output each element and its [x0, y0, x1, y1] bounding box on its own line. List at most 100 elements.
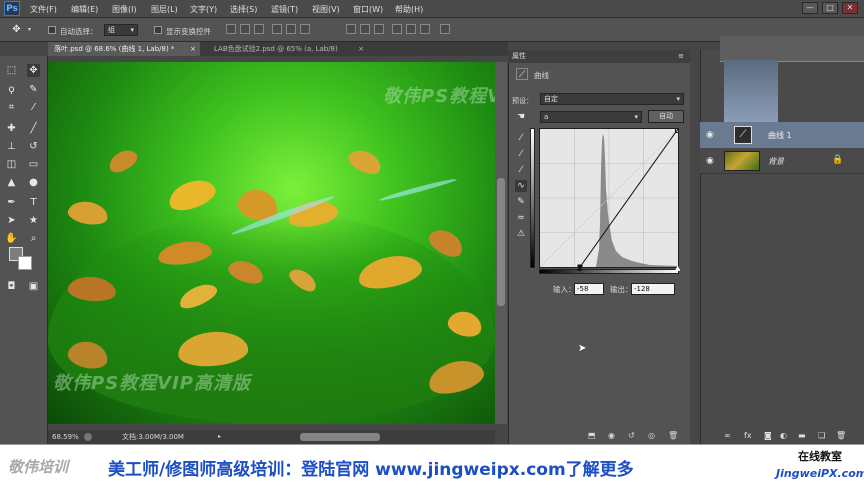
background-color-swatch[interactable]: [18, 256, 32, 270]
screen-mode-icon[interactable]: ▣: [27, 280, 40, 293]
delete-adjustment-icon[interactable]: 🗑: [668, 431, 678, 440]
white-point-eyedropper-icon[interactable]: ⁄: [515, 164, 527, 176]
canvas-vertical-scroll-thumb[interactable]: [497, 178, 505, 306]
pen-tool-icon[interactable]: ✒: [5, 196, 18, 209]
zoom-tool-icon[interactable]: ⌕: [27, 232, 40, 245]
new-layer-icon[interactable]: ❏: [818, 431, 825, 440]
layer-name[interactable]: 背景: [768, 156, 784, 167]
blur-tool-icon[interactable]: ▲: [5, 176, 18, 189]
menu-edit[interactable]: 编辑(E): [71, 4, 98, 15]
quick-mask-icon[interactable]: ◘: [5, 280, 18, 293]
link-layers-icon[interactable]: ∞: [724, 431, 731, 440]
path-select-tool-icon[interactable]: ➤: [5, 214, 18, 227]
view-previous-state-icon[interactable]: ◉: [608, 431, 615, 440]
show-transform-checkbox[interactable]: [154, 26, 162, 34]
menu-type[interactable]: 文字(Y): [190, 4, 217, 15]
align-left-icon[interactable]: [272, 24, 282, 34]
move-tool-icon[interactable]: ✥: [27, 64, 40, 77]
menu-view[interactable]: 视图(V): [312, 4, 340, 15]
canvas-horizontal-scroll-thumb[interactable]: [300, 433, 380, 441]
history-brush-tool-icon[interactable]: ↺: [27, 140, 40, 153]
auto-select-checkbox[interactable]: [48, 26, 56, 34]
new-adjustment-layer-icon[interactable]: ◐: [780, 431, 787, 440]
black-slider-triangle-icon[interactable]: ▲: [577, 264, 582, 272]
crop-tool-icon[interactable]: ⌗: [5, 101, 18, 114]
visibility-eye-icon[interactable]: ◎: [648, 431, 655, 440]
white-slider-triangle-icon[interactable]: ▲: [675, 264, 680, 272]
eraser-tool-icon[interactable]: ◫: [5, 158, 18, 171]
layer-style-fx-icon[interactable]: fx: [744, 431, 752, 440]
tab-lab-doc[interactable]: LAB色盘试验2.psd @ 65% (a, Lab/8) ×: [208, 42, 368, 56]
document-canvas[interactable]: 敬伟PS教程VIP高清版 敬伟PS教程VIP高清版: [48, 62, 495, 424]
menu-window[interactable]: 窗口(W): [353, 4, 383, 15]
delete-layer-icon[interactable]: 🗑: [836, 431, 846, 440]
layer-row-curves[interactable]: ◉ ⟋ 曲线 1: [700, 122, 864, 148]
eyedropper-tool-icon[interactable]: ⁄: [27, 101, 40, 114]
maximize-button[interactable]: □: [822, 2, 838, 14]
distribute-hcenter-icon[interactable]: [406, 24, 416, 34]
gradient-tool-icon[interactable]: ▭: [27, 158, 40, 171]
align-hcenter-icon[interactable]: [286, 24, 296, 34]
quick-select-tool-icon[interactable]: ✎: [27, 83, 40, 96]
minimize-button[interactable]: —: [802, 2, 818, 14]
marquee-tool-icon[interactable]: ⬚: [5, 64, 18, 77]
status-info-icon[interactable]: [84, 433, 92, 441]
black-point-eyedropper-icon[interactable]: ⁄: [515, 132, 527, 144]
close-icon[interactable]: ×: [358, 42, 364, 56]
visibility-eye-icon[interactable]: ◉: [706, 156, 714, 166]
curves-graph[interactable]: [539, 128, 679, 268]
menu-layer[interactable]: 图层(L): [151, 4, 178, 15]
auto-button[interactable]: 自动: [648, 110, 684, 123]
edit-points-curve-icon[interactable]: ∿: [515, 180, 527, 192]
add-mask-icon[interactable]: ◙: [764, 431, 772, 440]
align-right-icon[interactable]: [300, 24, 310, 34]
clipping-warning-icon[interactable]: ⚠: [515, 228, 527, 240]
menu-help[interactable]: 帮助(H): [395, 4, 423, 15]
shape-tool-icon[interactable]: ★: [27, 214, 40, 227]
menu-file[interactable]: 文件(F): [30, 4, 57, 15]
output-value-field[interactable]: -128: [631, 283, 675, 295]
layer-row-background[interactable]: ◉ 背景 🔒: [700, 148, 864, 174]
channel-dropdown[interactable]: a ▾: [540, 111, 642, 123]
preset-dropdown[interactable]: 自定 ▾: [540, 93, 684, 105]
input-value-field[interactable]: -58: [574, 283, 604, 295]
new-group-icon[interactable]: ▬: [798, 431, 806, 440]
dodge-tool-icon[interactable]: ●: [27, 176, 40, 189]
stamp-tool-icon[interactable]: ⊥: [5, 140, 18, 153]
menu-select[interactable]: 选择(S): [230, 4, 257, 15]
hand-tool-icon[interactable]: ✋: [5, 232, 18, 245]
align-top-icon[interactable]: [226, 24, 236, 34]
align-bottom-icon[interactable]: [254, 24, 264, 34]
tab-leaves-doc[interactable]: 落叶.psd @ 68.6% (曲线 1, Lab/8) * ×: [48, 42, 200, 56]
move-tool-icon[interactable]: ✥: [10, 23, 23, 36]
close-icon[interactable]: ×: [190, 42, 196, 56]
distribute-right-icon[interactable]: [420, 24, 430, 34]
target-adjust-hand-icon[interactable]: ☚: [515, 111, 527, 123]
distribute-left-icon[interactable]: [392, 24, 402, 34]
distribute-top-icon[interactable]: [346, 24, 356, 34]
zoom-level[interactable]: 68.59%: [52, 430, 79, 444]
reset-icon[interactable]: ↺: [628, 431, 635, 440]
align-vcenter-icon[interactable]: [240, 24, 250, 34]
curves-graph-svg: [540, 129, 678, 267]
visibility-eye-icon[interactable]: ◉: [706, 130, 714, 140]
close-window-button[interactable]: ✕: [842, 2, 858, 14]
healing-tool-icon[interactable]: ✚: [5, 122, 18, 135]
tool-preset-chevron-icon[interactable]: ▾: [28, 26, 31, 33]
type-tool-icon[interactable]: T: [27, 196, 40, 209]
auto-align-icon[interactable]: [440, 24, 450, 34]
distribute-bottom-icon[interactable]: [374, 24, 384, 34]
clip-to-layer-icon[interactable]: ⬒: [588, 431, 596, 440]
status-menu-arrow-icon[interactable]: ▸: [218, 430, 221, 444]
panel-menu-icon[interactable]: ≡: [678, 50, 684, 63]
lasso-tool-icon[interactable]: ϙ: [5, 83, 18, 96]
menu-filter[interactable]: 滤镜(T): [271, 4, 298, 15]
draw-curve-pencil-icon[interactable]: ✎: [515, 196, 527, 208]
auto-select-dropdown[interactable]: 组 ▾: [104, 24, 138, 36]
brush-tool-icon[interactable]: ╱: [27, 122, 40, 135]
gray-point-eyedropper-icon[interactable]: ⁄: [515, 148, 527, 160]
smooth-curve-icon[interactable]: ≈: [515, 212, 527, 224]
distribute-vcenter-icon[interactable]: [360, 24, 370, 34]
layer-name[interactable]: 曲线 1: [768, 130, 792, 141]
menu-image[interactable]: 图像(I): [112, 4, 137, 15]
